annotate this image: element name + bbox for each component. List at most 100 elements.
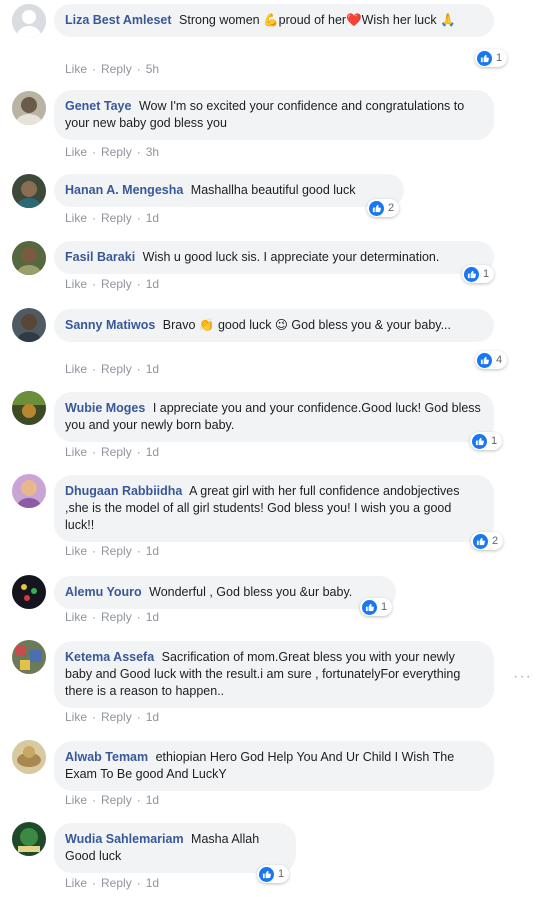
comment: Sanny Matiwos Bravo 👏 good luck 😉 God bl…: [0, 305, 548, 383]
more-options-icon[interactable]: ···: [513, 668, 532, 686]
separator: ·: [92, 277, 97, 291]
avatar[interactable]: [12, 241, 46, 275]
like-link[interactable]: Like: [65, 362, 87, 376]
comment-actions: Like · Reply · 1d: [65, 793, 159, 807]
timestamp[interactable]: 1d: [146, 876, 159, 890]
reply-link[interactable]: Reply: [101, 793, 132, 807]
avatar[interactable]: [12, 174, 46, 208]
like-icon: [464, 266, 479, 282]
timestamp[interactable]: 1d: [146, 445, 159, 459]
reply-link[interactable]: Reply: [101, 277, 132, 291]
commenter-name[interactable]: Dhugaan Rabbiidha: [65, 484, 182, 498]
comment-actions: Like · Reply · 1d: [65, 211, 159, 225]
reaction-number: 4: [496, 354, 503, 366]
reply-link[interactable]: Reply: [101, 445, 132, 459]
commenter-name[interactable]: Alwab Temam: [65, 750, 148, 764]
like-link[interactable]: Like: [65, 710, 87, 724]
avatar[interactable]: [12, 308, 46, 342]
timestamp[interactable]: 1d: [146, 544, 159, 558]
separator: ·: [92, 362, 97, 376]
separator: ·: [92, 710, 97, 724]
like-link[interactable]: Like: [65, 145, 87, 159]
separator: ·: [136, 145, 141, 159]
separator: ·: [136, 211, 141, 225]
timestamp[interactable]: 1d: [146, 211, 159, 225]
like-icon: [259, 866, 274, 882]
like-link[interactable]: Like: [65, 211, 87, 225]
reaction-count[interactable]: 1: [470, 432, 503, 450]
avatar[interactable]: [12, 4, 46, 38]
timestamp[interactable]: 1d: [146, 277, 159, 291]
reaction-count[interactable]: 2: [367, 199, 400, 217]
separator: ·: [136, 544, 141, 558]
avatar[interactable]: [12, 640, 46, 674]
separator: ·: [136, 445, 141, 459]
like-link[interactable]: Like: [65, 876, 87, 890]
like-link[interactable]: Like: [65, 610, 87, 624]
comment: Fasil Baraki Wish u good luck sis. I app…: [0, 237, 548, 301]
commenter-name[interactable]: Genet Taye: [65, 99, 131, 113]
avatar[interactable]: [12, 575, 46, 609]
commenter-name[interactable]: Hanan A. Mengesha: [65, 183, 183, 197]
comment: Alwab Temam ethiopian Hero God Help You …: [0, 737, 548, 815]
commenter-name[interactable]: Wubie Moges: [65, 401, 145, 415]
separator: ·: [136, 62, 141, 76]
reply-link[interactable]: Reply: [101, 362, 132, 376]
timestamp[interactable]: 5h: [146, 62, 159, 76]
comment-actions: Like · Reply · 1d: [65, 277, 159, 291]
comment: Hanan A. Mengesha Mashallha beautiful go…: [0, 170, 548, 234]
like-link[interactable]: Like: [65, 62, 87, 76]
separator: ·: [136, 362, 141, 376]
comment: Wubie Moges I appreciate you and your co…: [0, 388, 548, 466]
reply-link[interactable]: Reply: [101, 544, 132, 558]
like-link[interactable]: Like: [65, 445, 87, 459]
commenter-name[interactable]: Ketema Assefa: [65, 650, 154, 664]
comment-bubble: Wudia Sahlemariam Masha Allah Good luck: [54, 823, 296, 873]
comment: Liza Best Amleset Strong women 💪proud of…: [0, 0, 548, 84]
like-icon: [369, 200, 384, 216]
commenter-name[interactable]: Liza Best Amleset: [65, 13, 172, 27]
reply-link[interactable]: Reply: [101, 876, 132, 890]
reply-link[interactable]: Reply: [101, 62, 132, 76]
reaction-count[interactable]: 2: [471, 532, 504, 550]
commenter-name[interactable]: Alemu Youro: [65, 585, 142, 599]
avatar[interactable]: [12, 474, 46, 508]
reply-link[interactable]: Reply: [101, 710, 132, 724]
comment-bubble: Sanny Matiwos Bravo 👏 good luck 😉 God bl…: [54, 309, 494, 342]
reaction-count[interactable]: 1: [475, 49, 508, 67]
reaction-count[interactable]: 1: [257, 865, 290, 883]
commenter-name[interactable]: Fasil Baraki: [65, 250, 135, 264]
reaction-number: 2: [388, 202, 395, 214]
like-icon: [477, 50, 492, 66]
avatar[interactable]: [12, 822, 46, 856]
timestamp[interactable]: 1d: [146, 610, 159, 624]
timestamp[interactable]: 3h: [146, 145, 159, 159]
avatar[interactable]: [12, 91, 46, 125]
reaction-count[interactable]: 4: [475, 351, 508, 369]
timestamp[interactable]: 1d: [146, 793, 159, 807]
timestamp[interactable]: 1d: [146, 710, 159, 724]
like-link[interactable]: Like: [65, 544, 87, 558]
commenter-name[interactable]: Wudia Sahlemariam: [65, 832, 184, 846]
comment-bubble: Liza Best Amleset Strong women 💪proud of…: [54, 4, 494, 37]
comment-actions: Like · Reply · 1d: [65, 876, 159, 890]
like-link[interactable]: Like: [65, 277, 87, 291]
avatar[interactable]: [12, 391, 46, 425]
reply-link[interactable]: Reply: [101, 145, 132, 159]
separator: ·: [136, 610, 141, 624]
comment-actions: Like · Reply · 1d: [65, 710, 159, 724]
comment-bubble: Wubie Moges I appreciate you and your co…: [54, 392, 494, 442]
avatar[interactable]: [12, 740, 46, 774]
reaction-count[interactable]: 1: [360, 598, 393, 616]
separator: ·: [92, 876, 97, 890]
separator: ·: [136, 277, 141, 291]
comment: Dhugaan Rabbiidha A great girl with her …: [0, 471, 548, 567]
reply-link[interactable]: Reply: [101, 610, 132, 624]
like-link[interactable]: Like: [65, 793, 87, 807]
reaction-count[interactable]: 1: [462, 265, 495, 283]
comment-actions: Like · Reply · 1d: [65, 445, 159, 459]
separator: ·: [136, 793, 141, 807]
timestamp[interactable]: 1d: [146, 362, 159, 376]
reply-link[interactable]: Reply: [101, 211, 132, 225]
commenter-name[interactable]: Sanny Matiwos: [65, 318, 155, 332]
